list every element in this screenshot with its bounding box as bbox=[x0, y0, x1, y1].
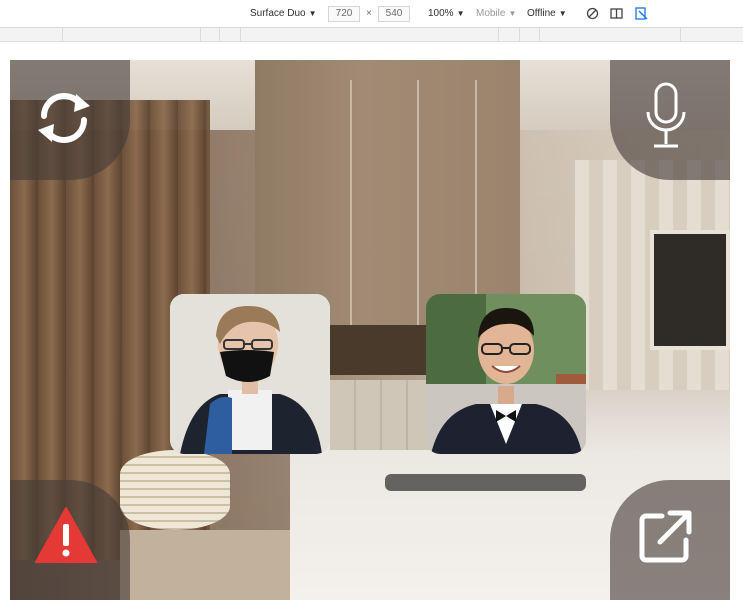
device-toolbar: Surface Duo ▼ 720 × 540 100% ▼ Mobile ▼ Off… bbox=[0, 0, 743, 28]
zoom-select[interactable]: 100% ▼ bbox=[428, 7, 465, 21]
throttle-label: Mobile bbox=[476, 8, 506, 19]
participant-video-2[interactable] bbox=[426, 294, 586, 454]
participant-video-1[interactable] bbox=[170, 294, 330, 454]
share-button[interactable] bbox=[610, 480, 730, 600]
posture-icon[interactable] bbox=[635, 7, 648, 20]
chevron-down-icon: ▼ bbox=[308, 9, 317, 18]
chevron-down-icon: ▼ bbox=[508, 9, 517, 18]
rotate-icon[interactable] bbox=[586, 7, 599, 20]
microphone-icon bbox=[646, 82, 686, 148]
zoom-label: 100% bbox=[428, 8, 454, 19]
microphone-button[interactable] bbox=[610, 60, 730, 180]
device-viewport bbox=[10, 60, 730, 600]
open-external-icon bbox=[639, 510, 692, 563]
dimension-separator: × bbox=[366, 8, 372, 19]
switch-camera-icon bbox=[38, 93, 90, 143]
participant-1-avatar bbox=[170, 294, 330, 454]
lamp bbox=[120, 450, 230, 530]
wall-picture bbox=[650, 230, 730, 350]
height-input[interactable]: 540 bbox=[378, 6, 410, 22]
device-label: Surface Duo bbox=[250, 8, 306, 19]
device-select[interactable]: Surface Duo ▼ bbox=[250, 7, 317, 21]
width-input[interactable]: 720 bbox=[328, 6, 360, 22]
network-select[interactable]: Offline ▼ bbox=[527, 7, 567, 21]
wardrobe bbox=[255, 60, 520, 325]
dual-screen-icon[interactable] bbox=[610, 7, 623, 20]
throttle-select[interactable]: Mobile ▼ bbox=[476, 7, 516, 21]
network-label: Offline bbox=[527, 8, 556, 19]
caption-bar bbox=[385, 474, 586, 491]
chevron-down-icon: ▼ bbox=[456, 9, 465, 18]
alert-icon bbox=[35, 507, 97, 563]
chevron-down-icon: ▼ bbox=[558, 9, 567, 18]
alert-button[interactable] bbox=[10, 480, 130, 600]
switch-camera-button[interactable] bbox=[10, 60, 130, 180]
ruler bbox=[0, 28, 743, 42]
participant-2-avatar bbox=[426, 294, 586, 454]
